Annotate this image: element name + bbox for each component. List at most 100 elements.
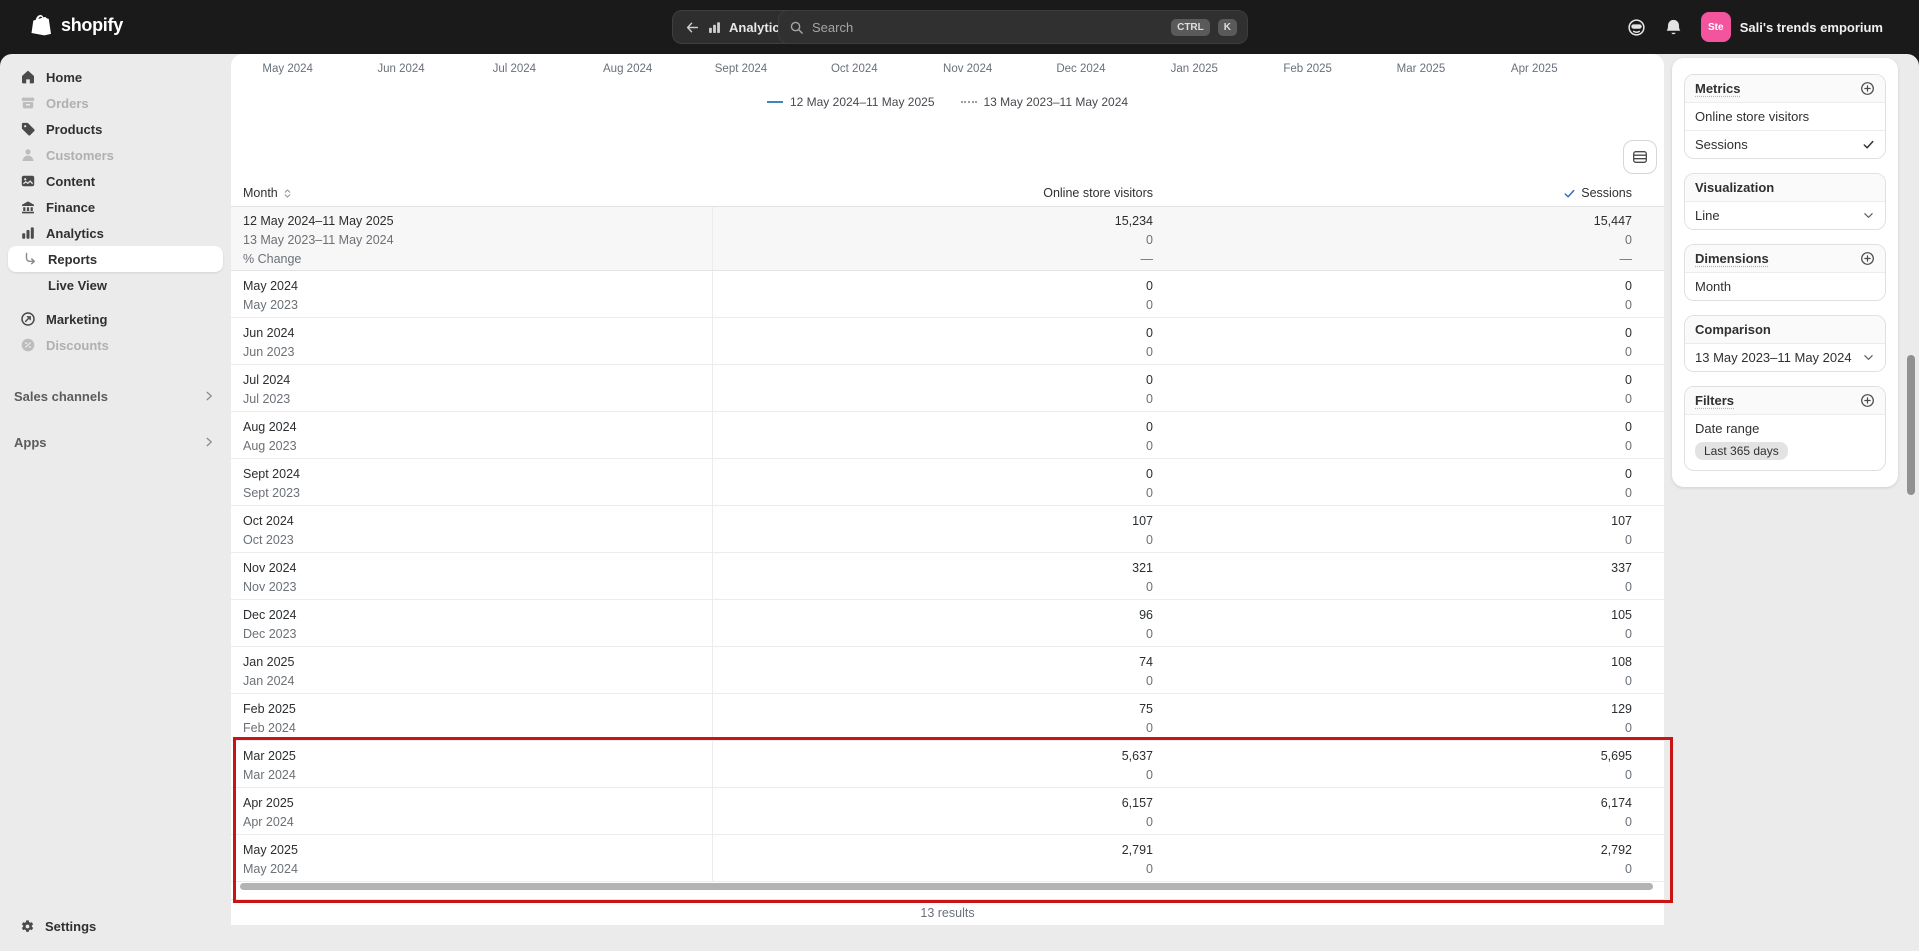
discounts-icon (20, 337, 36, 353)
row-compare-month: Jul 2023 (243, 390, 712, 409)
comparison-select[interactable]: 13 May 2023–11 May 2024 (1685, 344, 1885, 371)
metric-online-store-visitors[interactable]: Online store visitors (1685, 103, 1885, 130)
table-row[interactable]: Jun 2024 Jun 2023 0 0 0 0 (231, 318, 1664, 365)
row-visitors-compare-value: 0 (713, 531, 1153, 550)
row-sessions-value: 337 (1153, 559, 1632, 578)
x-axis-label: Feb 2025 (1251, 63, 1364, 75)
sidebar-item-settings[interactable]: Settings (8, 913, 223, 939)
row-month: May 2024 (243, 277, 712, 296)
store-name: Sali's trends emporium (1740, 20, 1883, 35)
sidebar-item-content[interactable]: Content (8, 168, 223, 194)
row-sessions-value: 0 (1153, 277, 1632, 296)
sidebar-item-finance[interactable]: Finance (8, 194, 223, 220)
table-row[interactable]: Nov 2024 Nov 2023 321 0 337 0 (231, 553, 1664, 600)
sidebar-group-apps[interactable]: Apps (8, 428, 223, 456)
store-menu[interactable]: Ste Sali's trends emporium (1701, 12, 1883, 42)
table-row[interactable]: Dec 2024 Dec 2023 96 0 105 0 (231, 600, 1664, 647)
legend-current-period[interactable]: 12 May 2024–11 May 2025 (767, 95, 935, 109)
sidebar-item-orders[interactable]: Orders (8, 90, 223, 116)
store-avatar[interactable]: Ste (1701, 12, 1731, 42)
row-month: Dec 2024 (243, 606, 712, 625)
x-axis-label: Jun 2024 (344, 63, 457, 75)
sidekick-icon[interactable] (1627, 18, 1646, 37)
notifications-bell-icon[interactable] (1664, 18, 1683, 37)
row-visitors-compare-value: 0 (713, 860, 1153, 879)
row-visitors-value: 0 (713, 418, 1153, 437)
metrics-title: Metrics (1695, 81, 1741, 96)
metrics-card: Metrics Online store visitors Sessions (1684, 74, 1886, 159)
row-month: 12 May 2024–11 May 2025 (243, 212, 712, 231)
back-arrow-icon[interactable] (685, 20, 700, 35)
table-row[interactable]: Feb 2025 Feb 2024 75 0 129 0 (231, 694, 1664, 741)
row-sessions-value: 105 (1153, 606, 1632, 625)
row-visitors-value: 107 (713, 512, 1153, 531)
table-row[interactable]: Sept 2024 Sept 2023 0 0 0 0 (231, 459, 1664, 506)
row-visitors-compare-value: 0 (713, 625, 1153, 644)
analytics-icon (20, 225, 36, 241)
column-header-visitors[interactable]: Online store visitors (713, 186, 1153, 200)
metric-sessions[interactable]: Sessions (1685, 130, 1885, 158)
row-sessions-value: 0 (1153, 371, 1632, 390)
filter-value-pill[interactable]: Last 365 days (1695, 442, 1788, 460)
row-visitors-compare-value: 0 (713, 672, 1153, 691)
row-visitors-compare-value: 0 (713, 231, 1153, 250)
visualization-card: Visualization Line (1684, 173, 1886, 230)
marketing-icon (20, 311, 36, 327)
row-sessions-value: 0 (1153, 418, 1632, 437)
row-visitors-compare-value: 0 (713, 390, 1153, 409)
row-visitors-compare-value: 0 (713, 813, 1153, 832)
sidebar: Home Orders Products Customers Content F… (0, 54, 231, 951)
table-row[interactable]: Oct 2024 Oct 2023 107 0 107 0 (231, 506, 1664, 553)
add-metric-icon[interactable] (1860, 81, 1875, 96)
sidebar-item-discounts[interactable]: Discounts (8, 332, 223, 358)
sidebar-item-marketing[interactable]: Marketing (8, 306, 223, 332)
products-icon (20, 121, 36, 137)
row-visitors-value: 6,157 (713, 794, 1153, 813)
table-row[interactable]: 12 May 2024–11 May 2025 13 May 2023–11 M… (231, 207, 1664, 271)
sidebar-item-live-view[interactable]: Live View (8, 272, 223, 298)
table-row[interactable]: Apr 2025 Apr 2024 6,157 0 6,174 0 (231, 788, 1664, 835)
table-icon (1632, 149, 1648, 165)
table-row[interactable]: Aug 2024 Aug 2023 0 0 0 0 (231, 412, 1664, 459)
table-row[interactable]: Jan 2025 Jan 2024 74 0 108 0 (231, 647, 1664, 694)
shopify-bag-icon (30, 13, 54, 37)
row-compare-month: Jan 2024 (243, 672, 712, 691)
row-sessions-value: 6,174 (1153, 794, 1632, 813)
row-sessions-compare-value: 0 (1153, 231, 1632, 250)
horizontal-scrollbar[interactable] (240, 883, 1653, 890)
row-sessions-compare-value: 0 (1153, 625, 1632, 644)
sidebar-item-analytics[interactable]: Analytics (8, 220, 223, 246)
row-compare-month: Jun 2023 (243, 343, 712, 362)
visualization-select[interactable]: Line (1685, 202, 1885, 229)
row-visitors-value: 2,791 (713, 841, 1153, 860)
sort-icon[interactable] (282, 188, 293, 199)
row-visitors-compare-value: 0 (713, 578, 1153, 597)
table-row[interactable]: Jul 2024 Jul 2023 0 0 0 0 (231, 365, 1664, 412)
dimension-month[interactable]: Month (1685, 273, 1885, 300)
chart-legend: 12 May 2024–11 May 2025 13 May 2023–11 M… (231, 95, 1664, 109)
table-row[interactable]: Mar 2025 Mar 2024 5,637 0 5,695 0 (231, 741, 1664, 788)
row-sessions-compare-value: 0 (1153, 484, 1632, 503)
column-header-sessions[interactable]: Sessions (1153, 186, 1664, 200)
row-month: Jun 2024 (243, 324, 712, 343)
table-row[interactable]: May 2025 May 2024 2,791 0 2,792 0 (231, 835, 1664, 882)
sidebar-group-sales-channels[interactable]: Sales channels (8, 382, 223, 410)
legend-comparison-period[interactable]: 13 May 2023–11 May 2024 (961, 95, 1129, 109)
sidebar-item-customers[interactable]: Customers (8, 142, 223, 168)
column-header-month[interactable]: Month (231, 186, 713, 200)
add-dimension-icon[interactable] (1860, 251, 1875, 266)
add-filter-icon[interactable] (1860, 393, 1875, 408)
x-axis-label: Nov 2024 (911, 63, 1024, 75)
sidebar-item-products[interactable]: Products (8, 116, 223, 142)
dimensions-title: Dimensions (1695, 251, 1769, 266)
row-sessions-compare-value: 0 (1153, 860, 1632, 879)
table-row[interactable]: May 2024 May 2023 0 0 0 0 (231, 271, 1664, 318)
row-visitors-compare-value: 0 (713, 437, 1153, 456)
search-input[interactable]: Search CTRL K (778, 10, 1248, 44)
row-sessions-compare-value: 0 (1153, 531, 1632, 550)
vertical-scrollbar[interactable] (1907, 355, 1915, 495)
shopify-logo[interactable]: shopify (30, 13, 123, 37)
sidebar-item-reports[interactable]: Reports (8, 246, 223, 272)
sidebar-item-home[interactable]: Home (8, 64, 223, 90)
table-view-toggle-button[interactable] (1623, 140, 1657, 174)
